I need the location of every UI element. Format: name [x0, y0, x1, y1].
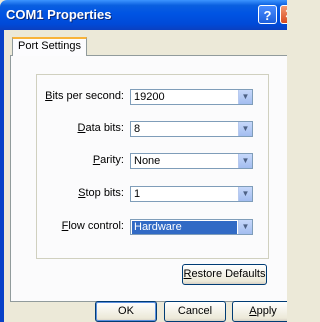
title-bar[interactable]: COM1 Properties ? ✕	[0, 0, 287, 30]
stop-bits-label: Stop bits:	[78, 187, 124, 199]
chevron-down-icon[interactable]: ▼	[238, 220, 252, 234]
data-bits-label: Data bits:	[77, 122, 124, 134]
flow-control-value: Hardware	[132, 221, 237, 234]
ok-button[interactable]: OK	[95, 301, 157, 322]
data-bits-value: 8	[134, 123, 141, 135]
flow-control-label: Flow control:	[61, 220, 124, 232]
data-bits-select[interactable]: 8 ▼	[130, 121, 253, 137]
bits-per-second-value: 19200	[134, 91, 165, 103]
stop-bits-select[interactable]: 1 ▼	[130, 186, 253, 202]
bits-per-second-select[interactable]: 19200 ▼	[130, 89, 253, 105]
cancel-button[interactable]: Cancel	[164, 301, 226, 322]
window-title: COM1 Properties	[6, 7, 112, 22]
tab-port-settings[interactable]: Port Settings	[12, 37, 87, 56]
parity-label: Parity:	[92, 154, 124, 166]
restore-defaults-button[interactable]: Restore Defaults	[182, 264, 267, 285]
chevron-down-icon[interactable]: ▼	[238, 90, 252, 104]
stop-bits-value: 1	[134, 188, 141, 200]
parity-select[interactable]: None ▼	[130, 153, 253, 169]
chevron-down-icon[interactable]: ▼	[238, 187, 252, 201]
flow-control-select[interactable]: Hardware ▼	[130, 219, 253, 235]
chevron-down-icon[interactable]: ▼	[238, 122, 252, 136]
properties-dialog: COM1 Properties ? ✕ Port Settings Bits p…	[0, 0, 287, 322]
window-frame	[0, 30, 4, 322]
help-button[interactable]: ?	[258, 5, 277, 24]
chevron-down-icon[interactable]: ▼	[238, 154, 252, 168]
close-button[interactable]: ✕	[280, 5, 287, 24]
apply-button[interactable]: Apply	[232, 301, 287, 322]
parity-value: None	[134, 155, 161, 167]
bits-per-second-label: Bits per second:	[45, 90, 124, 102]
close-icon: ✕	[284, 7, 287, 21]
help-icon: ?	[263, 8, 272, 23]
